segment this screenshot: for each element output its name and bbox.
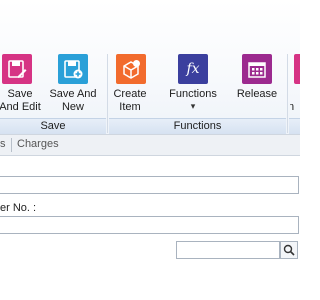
tab-partial[interactable]: s bbox=[0, 135, 6, 154]
chevron-down-icon: ▾ bbox=[190, 101, 196, 111]
release-button[interactable]: Release bbox=[231, 0, 283, 118]
save-and-edit-label: Save And Edit bbox=[0, 88, 41, 113]
ribbon-separator bbox=[287, 54, 288, 133]
create-item-button[interactable]: Create Item bbox=[108, 0, 152, 118]
partial-label: n bbox=[290, 101, 295, 113]
ribbon-toolbar: Save And Edit Save And New Create Item f… bbox=[0, 0, 300, 134]
group-save-label: Save bbox=[0, 118, 106, 134]
search-icon bbox=[283, 244, 295, 256]
partial-ribbon-button[interactable]: n bbox=[290, 0, 300, 118]
group-next-label bbox=[289, 118, 300, 134]
save-and-new-button[interactable]: Save And New bbox=[47, 0, 99, 118]
search-input[interactable] bbox=[176, 241, 280, 259]
functions-label: Functions bbox=[169, 88, 217, 100]
create-item-label: Create Item bbox=[113, 88, 147, 113]
create-item-icon bbox=[116, 54, 146, 84]
tab-charges[interactable]: Charges bbox=[17, 135, 59, 154]
group-functions-label: Functions bbox=[109, 118, 286, 134]
save-edit-icon bbox=[2, 54, 32, 84]
tab-separator bbox=[11, 138, 12, 152]
save-new-icon bbox=[58, 54, 88, 84]
release-label: Release bbox=[236, 88, 278, 100]
calendar-icon bbox=[242, 54, 272, 84]
tab-bar: s Charges bbox=[0, 134, 300, 156]
field-label-partial: er No. : bbox=[0, 202, 37, 214]
functions-button[interactable]: fx Functions ▾ bbox=[164, 0, 222, 118]
fx-icon: fx bbox=[178, 54, 208, 84]
text-field-1[interactable] bbox=[0, 176, 299, 194]
search-button[interactable] bbox=[280, 241, 298, 259]
text-field-2[interactable] bbox=[0, 216, 299, 234]
partial-icon bbox=[294, 54, 300, 84]
save-and-new-label: Save And New bbox=[49, 88, 97, 113]
save-and-edit-button[interactable]: Save And Edit bbox=[0, 0, 44, 118]
